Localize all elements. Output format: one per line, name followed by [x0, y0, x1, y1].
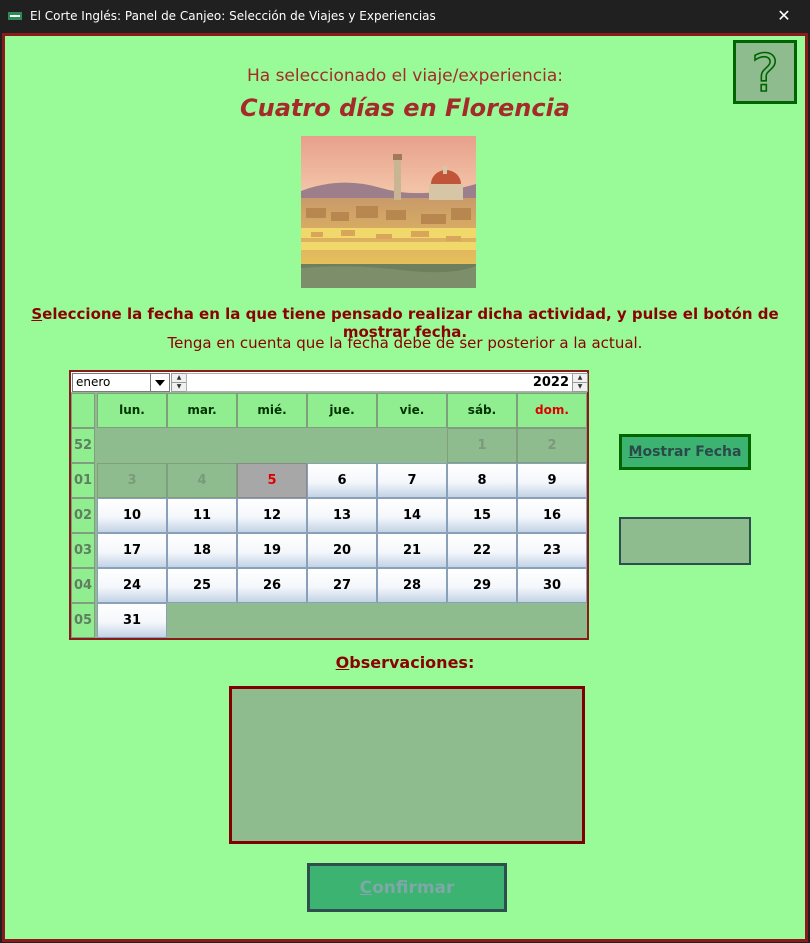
- calendar-day[interactable]: 8: [447, 463, 517, 498]
- window-title: El Corte Inglés: Panel de Canjeo: Selecc…: [30, 9, 436, 23]
- year-value: 2022: [532, 375, 569, 390]
- calendar-day[interactable]: 21: [377, 533, 447, 568]
- month-decrement-icon[interactable]: ▼: [171, 382, 187, 392]
- confirm-label: onfirmar: [372, 877, 455, 898]
- calendar-widget: enero ▲ ▼ 2022 ▲ ▼ lun. mar. mié. jue. vie. s…: [69, 370, 589, 640]
- calendar-day[interactable]: 7: [377, 463, 447, 498]
- chevron-down-icon[interactable]: [150, 374, 169, 391]
- day-header: sáb.: [447, 393, 517, 428]
- calendar-day-today[interactable]: 5: [237, 463, 307, 498]
- calendar-day[interactable]: 6: [307, 463, 377, 498]
- title-bar: El Corte Inglés: Panel de Canjeo: Selecc…: [0, 0, 810, 32]
- year-spinner[interactable]: 2022: [186, 373, 574, 392]
- week-number: 02: [71, 498, 95, 533]
- confirm-button[interactable]: Confirmar: [307, 863, 507, 912]
- calendar-day[interactable]: 22: [447, 533, 517, 568]
- calendar-day[interactable]: 26: [237, 568, 307, 603]
- calendar-day[interactable]: 17: [97, 533, 167, 568]
- show-date-mnemonic: M: [628, 444, 643, 460]
- show-date-label: ostrar Fecha: [642, 444, 742, 460]
- confirm-mnemonic: C: [359, 877, 373, 898]
- observations-label-text: bservaciones:: [349, 653, 475, 672]
- year-decrement-icon[interactable]: ▼: [572, 382, 588, 392]
- calendar-day[interactable]: 10: [97, 498, 167, 533]
- calendar-day: 2: [517, 428, 587, 463]
- calendar-day[interactable]: 24: [97, 568, 167, 603]
- day-header: dom.: [517, 393, 587, 428]
- month-value: enero: [76, 375, 111, 389]
- calendar-day[interactable]: 19: [237, 533, 307, 568]
- calendar-day: 4: [167, 463, 237, 498]
- calendar-day[interactable]: 14: [377, 498, 447, 533]
- day-header: mié.: [237, 393, 307, 428]
- show-date-button[interactable]: Mostrar Fecha: [619, 434, 751, 470]
- calendar-day[interactable]: 25: [167, 568, 237, 603]
- month-select[interactable]: enero: [72, 373, 170, 392]
- day-header: vie.: [377, 393, 447, 428]
- observations-label: Observaciones:: [5, 653, 805, 672]
- trip-title: Cuatro días en Florencia: [240, 94, 570, 122]
- trip-photo: [301, 136, 476, 288]
- week-number: 01: [71, 463, 95, 498]
- calendar-day[interactable]: 28: [377, 568, 447, 603]
- week-number: 03: [71, 533, 95, 568]
- calendar-day: 1: [447, 428, 517, 463]
- app-window: El Corte Inglés: Panel de Canjeo: Selecc…: [0, 0, 810, 943]
- week-number: 52: [71, 428, 95, 463]
- calendar-day[interactable]: 12: [237, 498, 307, 533]
- week-number: 04: [71, 568, 95, 603]
- app-icon: [8, 12, 22, 20]
- week-number: 05: [71, 603, 95, 638]
- day-header: mar.: [167, 393, 237, 428]
- calendar-day[interactable]: 20: [307, 533, 377, 568]
- calendar-day[interactable]: 31: [97, 603, 167, 638]
- selected-date-display: [619, 517, 751, 565]
- calendar-day: 3: [97, 463, 167, 498]
- calendar-day[interactable]: 30: [517, 568, 587, 603]
- calendar-day[interactable]: 15: [447, 498, 517, 533]
- instruction-mnemonic: S: [31, 305, 43, 323]
- calendar-topbar: enero ▲ ▼ 2022 ▲ ▼: [71, 372, 588, 392]
- observations-textarea[interactable]: [229, 686, 585, 844]
- instruction-date-note: Tenga en cuenta que la fecha debe de ser…: [167, 334, 643, 352]
- calendar-day[interactable]: 9: [517, 463, 587, 498]
- calendar-day[interactable]: 23: [517, 533, 587, 568]
- selected-trip-prefix: Ha seleccionado el viaje/experiencia:: [246, 66, 564, 86]
- close-icon[interactable]: ✕: [774, 6, 794, 26]
- observations-mnemonic: O: [335, 653, 350, 672]
- calendar-day[interactable]: 16: [517, 498, 587, 533]
- calendar-day[interactable]: 13: [307, 498, 377, 533]
- calendar-day[interactable]: 11: [167, 498, 237, 533]
- day-header: jue.: [307, 393, 377, 428]
- calendar-day[interactable]: 27: [307, 568, 377, 603]
- main-panel: ? Ha seleccionado el viaje/experiencia: …: [2, 33, 808, 942]
- day-header: lun.: [97, 393, 167, 428]
- calendar-day[interactable]: 29: [447, 568, 517, 603]
- calendar-corner: [71, 393, 95, 428]
- calendar-day[interactable]: 18: [167, 533, 237, 568]
